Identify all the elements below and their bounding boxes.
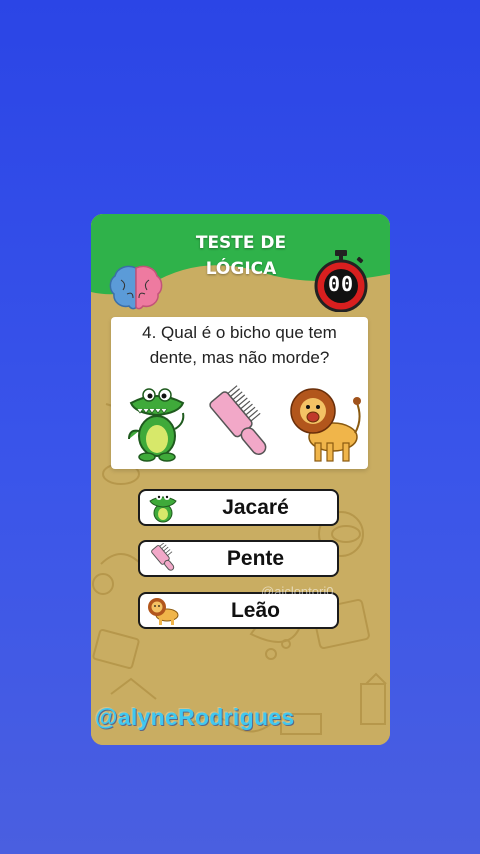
quiz-title: TESTE DE LÓGICA bbox=[151, 230, 331, 282]
brain-icon bbox=[109, 265, 163, 310]
title-line-2: LÓGICA bbox=[205, 259, 277, 279]
crocodile-icon bbox=[149, 494, 177, 523]
answer-option-2[interactable]: Pente bbox=[138, 540, 339, 577]
question-panel: 4. Qual é o bicho que tem dente, mas não… bbox=[111, 317, 368, 469]
lion-icon bbox=[290, 388, 361, 462]
watermark-small: @aiclontori0 bbox=[261, 584, 334, 599]
title-line-1: TESTE DE bbox=[195, 233, 287, 253]
comb-icon bbox=[209, 385, 267, 455]
comb-icon bbox=[151, 543, 175, 571]
crocodile-icon bbox=[128, 388, 185, 462]
answer-option-1[interactable]: Jacaré bbox=[138, 489, 339, 526]
timer-value: 00 bbox=[327, 272, 355, 296]
lion-icon bbox=[148, 598, 179, 625]
answer-label-2: Pente bbox=[226, 547, 285, 570]
watermark-big: @alyneRodrigues bbox=[95, 704, 295, 730]
quiz-card: TESTE DE LÓGICA 00 4. Qual é o bicho que… bbox=[91, 214, 390, 745]
answer-label-1: Jacaré bbox=[222, 496, 289, 519]
question-text: 4. Qual é o bicho que tem dente, mas não… bbox=[142, 323, 337, 367]
